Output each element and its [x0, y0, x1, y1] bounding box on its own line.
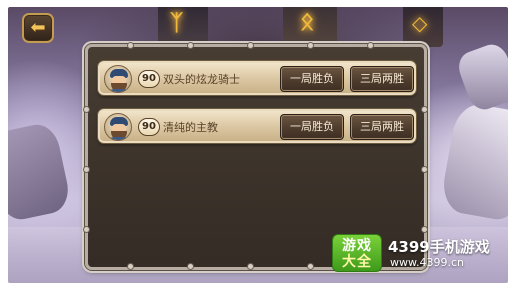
player-name: 清纯的主教 — [163, 121, 218, 134]
panel-rivet — [84, 227, 89, 232]
panel-rivet — [248, 264, 253, 269]
level-badge: 90 — [138, 70, 160, 88]
glowing-rune-icon: ᛟ — [300, 7, 315, 35]
panel-rivet — [422, 107, 427, 112]
level-badge: 90 — [138, 118, 160, 136]
panel-rivet — [128, 43, 133, 48]
panel-rivet — [308, 264, 313, 269]
panel-rivet — [84, 107, 89, 112]
panel-rivet — [422, 167, 427, 172]
panel-rivet — [248, 43, 253, 48]
opponent-row: 90 清纯的主教 一局胜负 三局两胜 — [98, 109, 416, 143]
panel-rivet — [84, 167, 89, 172]
back-arrow-icon: ⬅ — [30, 17, 46, 38]
logo-text-line2: 大全 — [342, 254, 372, 270]
watermark-brand: 4399手机游戏 — [388, 238, 490, 256]
one-round-button[interactable]: 一局胜负 — [280, 114, 344, 140]
game-hub-logo: 游戏 大全 — [332, 234, 382, 272]
bearded-warrior-avatar-icon — [104, 65, 132, 93]
watermark-url: www.4399.cn — [390, 256, 464, 269]
best-of-three-button[interactable]: 三局两胜 — [350, 66, 414, 92]
best-of-three-button[interactable]: 三局两胜 — [350, 114, 414, 140]
panel-rivet — [188, 264, 193, 269]
back-button[interactable]: ⬅ — [22, 13, 54, 43]
rock-left — [8, 120, 73, 224]
one-round-button[interactable]: 一局胜负 — [280, 66, 344, 92]
rock-right-upper — [454, 40, 508, 114]
rock-right — [439, 100, 508, 224]
glowing-rune-icon: ◇ — [412, 11, 428, 35]
site-watermark: 游戏 大全 4399手机游戏 www.4399.cn — [332, 234, 502, 272]
panel-rivet — [368, 43, 373, 48]
panel-rivet — [128, 264, 133, 269]
panel-rivet — [422, 227, 427, 232]
bearded-warrior-avatar-icon — [104, 113, 132, 141]
glowing-rune-icon: ᛉ — [170, 11, 184, 36]
panel-rivet — [188, 43, 193, 48]
player-name: 双头的炫龙骑士 — [163, 73, 240, 86]
logo-text-line1: 游戏 — [342, 238, 372, 254]
panel-rivet — [308, 43, 313, 48]
opponent-row: 90 双头的炫龙骑士 一局胜负 三局两胜 — [98, 61, 416, 95]
